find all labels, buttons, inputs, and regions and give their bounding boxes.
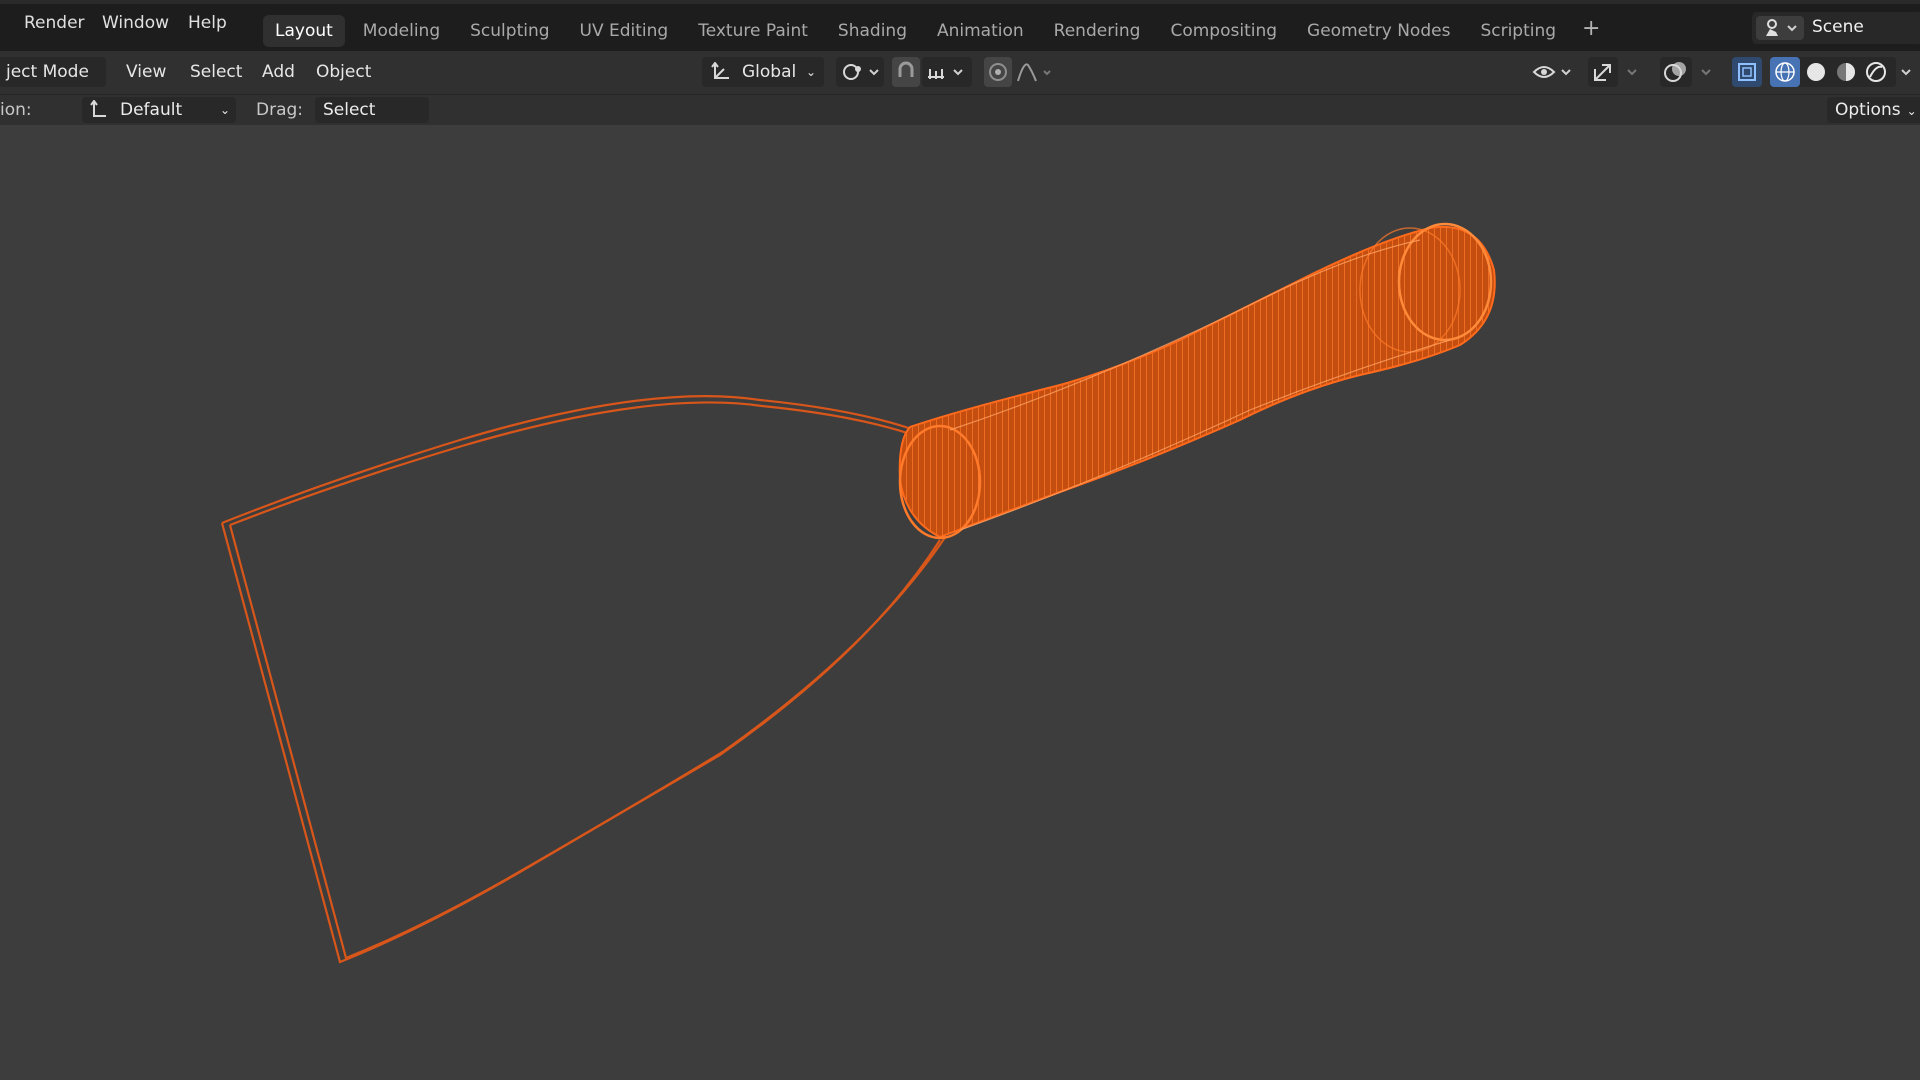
chevron-down-icon [1901, 69, 1911, 76]
mode-label: ject Mode [6, 62, 89, 82]
shading-dropdown[interactable] [1896, 57, 1920, 87]
shading-icons-group [1770, 57, 1886, 87]
eye-icon [1532, 66, 1571, 78]
overlays-dropdown[interactable] [1694, 57, 1720, 87]
orientation-setting-value: Default [120, 100, 183, 120]
proportional-edit-toggle[interactable] [984, 57, 1012, 87]
top-bar: : Render Window Help Layout Modeling Scu… [0, 0, 1920, 51]
snap-increment-icon [928, 69, 963, 79]
menu-render[interactable]: Render [24, 13, 85, 33]
scene-selector[interactable]: Scene [1752, 12, 1920, 44]
gizmo-dropdown[interactable] [1620, 57, 1646, 87]
tab-animation[interactable]: Animation [925, 15, 1036, 47]
chevron-down-icon [1701, 69, 1711, 76]
object-menu[interactable]: Object [310, 57, 377, 87]
tab-geometry-nodes[interactable]: Geometry Nodes [1295, 15, 1462, 47]
gizmo-icon [1594, 64, 1611, 81]
drag-label: Drag: [256, 100, 304, 120]
pivot-icon [843, 64, 879, 80]
viewport-header: ject Mode⌄ View Select Add Object Global… [0, 51, 1920, 110]
shading-modes [1770, 57, 1896, 87]
pivot-point-button[interactable] [836, 57, 884, 87]
tab-texture-paint[interactable]: Texture Paint [686, 15, 820, 47]
orientation-setting-label: ion: [0, 100, 32, 120]
tab-scripting[interactable]: Scripting [1468, 15, 1568, 47]
proportional-falloff-dropdown[interactable] [1014, 57, 1062, 87]
tab-rendering[interactable]: Rendering [1042, 15, 1153, 47]
scene-name: Scene [1812, 17, 1864, 37]
workspace-tabs: Layout Modeling Sculpting UV Editing Tex… [263, 15, 1608, 47]
chevron-down-icon [1627, 69, 1637, 76]
add-workspace-button[interactable]: + [1574, 15, 1608, 47]
putty-knife-wireframe[interactable] [0, 125, 1920, 1080]
proportional-circle-icon [989, 63, 1007, 81]
handle-mesh [898, 222, 1496, 540]
xray-toggle[interactable] [1732, 57, 1762, 87]
tab-compositing[interactable]: Compositing [1158, 15, 1289, 47]
tab-shading[interactable]: Shading [826, 15, 919, 47]
chevron-down-icon: ⌄ [219, 103, 230, 117]
snap-target-dropdown[interactable] [922, 57, 972, 87]
xray-icon [1738, 63, 1756, 81]
orientation-dropdown[interactable]: Global ⌄ [702, 57, 824, 87]
overlay-icon [1664, 62, 1686, 82]
select-menu[interactable]: Select [184, 57, 248, 87]
chevron-down-icon: ⌄ [805, 65, 816, 79]
drag-dropdown[interactable]: Select Box⌄ [315, 97, 429, 146]
overlays-toggle[interactable] [1660, 57, 1692, 87]
tool-settings-bar: ion: Default ⌄ Drag: Select Box⌄ Options… [0, 94, 1920, 146]
mode-dropdown[interactable]: ject Mode⌄ [0, 57, 106, 110]
blade-outline [220, 394, 947, 964]
chevron-down-icon: ⌄ [1906, 104, 1917, 118]
tab-uv-editing[interactable]: UV Editing [568, 15, 681, 47]
3d-viewport[interactable] [0, 125, 1920, 1080]
menu-window[interactable]: Window [102, 13, 169, 33]
orientation-axes-icon [90, 100, 106, 117]
view-menu[interactable]: View [120, 57, 172, 87]
add-menu[interactable]: Add [256, 57, 301, 87]
visibility-dropdown[interactable] [1530, 57, 1580, 87]
snap-toggle[interactable] [892, 57, 920, 87]
transform-orientation-dropdown[interactable]: Default ⌄ [82, 97, 236, 123]
tab-modeling[interactable]: Modeling [351, 15, 452, 47]
gizmo-toggle[interactable] [1588, 57, 1618, 87]
scene-icon[interactable] [1756, 16, 1804, 40]
tab-sculpting[interactable]: Sculpting [458, 15, 561, 47]
menu-help[interactable]: Help [188, 13, 227, 33]
falloff-curve-icon [1017, 63, 1051, 82]
options-label: Options [1835, 100, 1901, 120]
transform-orientation-icon [711, 62, 729, 79]
orientation-label: Global [742, 62, 797, 82]
options-dropdown[interactable]: Options ⌄ [1827, 97, 1920, 123]
magnet-icon [898, 61, 914, 77]
menu-cut-glyph: : [0, 13, 2, 33]
tab-layout[interactable]: Layout [263, 15, 345, 47]
